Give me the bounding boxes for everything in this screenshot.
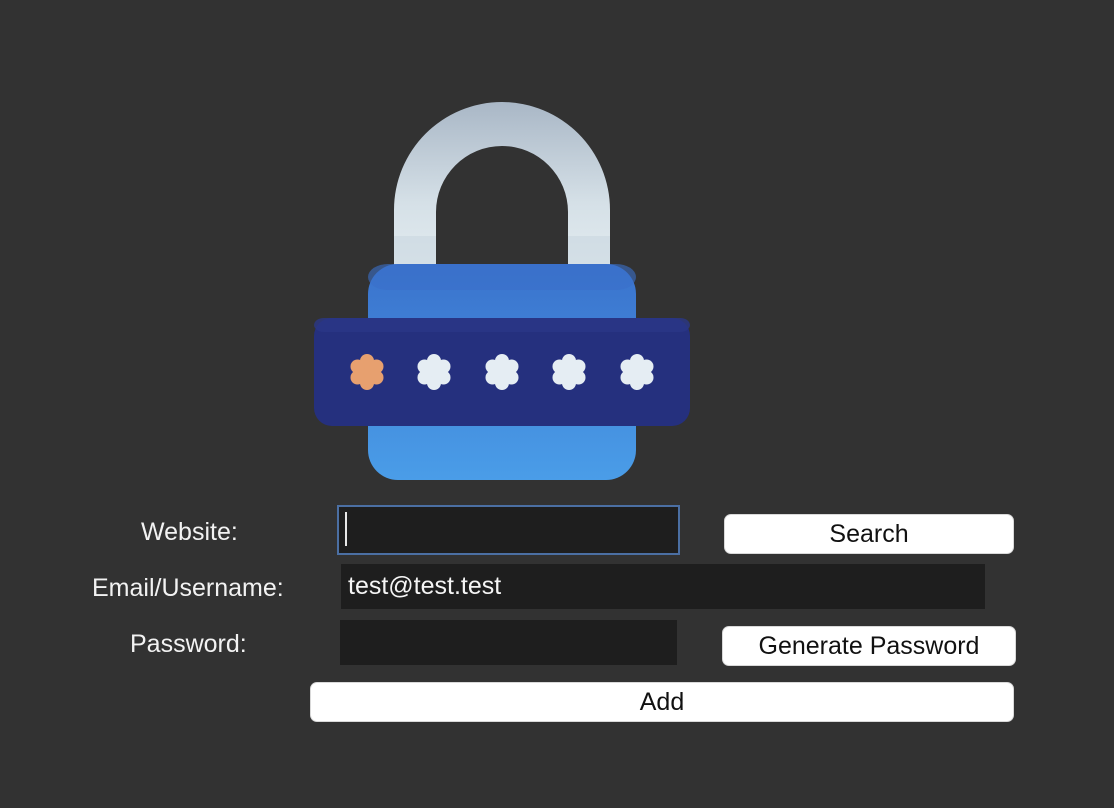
add-button[interactable]: Add xyxy=(310,682,1014,722)
padlock-logo-icon xyxy=(314,102,690,480)
website-input[interactable] xyxy=(337,505,680,555)
website-label: Website: xyxy=(141,518,238,546)
search-button[interactable]: Search xyxy=(724,514,1014,554)
text-caret xyxy=(345,512,347,546)
password-manager-window: Website: Search Email/Username: Password… xyxy=(0,0,1114,808)
email-username-input[interactable] xyxy=(341,564,985,609)
generate-password-button[interactable]: Generate Password xyxy=(722,626,1016,666)
password-label: Password: xyxy=(130,630,247,658)
email-username-label: Email/Username: xyxy=(92,574,284,602)
password-input[interactable] xyxy=(340,620,677,665)
